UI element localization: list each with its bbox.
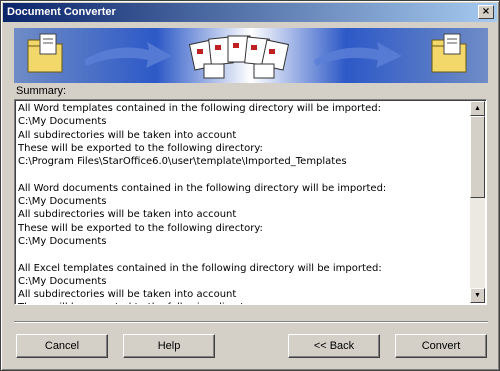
document-stack-icon bbox=[188, 35, 290, 79]
summary-textbox[interactable]: All Word templates contained in the foll… bbox=[14, 99, 487, 305]
document-converter-window: Document Converter × Summary: All Word t… bbox=[0, 0, 500, 371]
arrow-up-icon: ▲ bbox=[474, 105, 481, 112]
button-divider bbox=[14, 321, 488, 323]
help-button[interactable]: Help bbox=[123, 334, 215, 358]
summary-text: All Word templates contained in the foll… bbox=[18, 103, 387, 304]
folder-icon bbox=[431, 33, 467, 73]
summary-label: Summary: bbox=[16, 85, 67, 97]
convert-button[interactable]: Convert bbox=[395, 334, 487, 358]
scroll-up-button[interactable]: ▲ bbox=[470, 101, 485, 116]
scroll-down-button[interactable]: ▼ bbox=[470, 288, 485, 303]
folder-icon bbox=[27, 33, 63, 73]
vertical-scrollbar[interactable]: ▲ ▼ bbox=[470, 101, 485, 303]
wizard-banner bbox=[14, 28, 488, 83]
arrow-right-icon bbox=[314, 42, 402, 68]
back-button[interactable]: << Back bbox=[288, 334, 380, 358]
arrow-down-icon: ▼ bbox=[474, 292, 481, 299]
window-title: Document Converter bbox=[7, 6, 116, 18]
title-bar: Document Converter × bbox=[3, 3, 497, 22]
cancel-button[interactable]: Cancel bbox=[16, 334, 108, 358]
close-icon: × bbox=[481, 6, 491, 17]
close-button[interactable]: × bbox=[478, 5, 494, 19]
scrollbar-thumb[interactable] bbox=[470, 116, 485, 198]
arrow-right-icon bbox=[84, 42, 172, 68]
